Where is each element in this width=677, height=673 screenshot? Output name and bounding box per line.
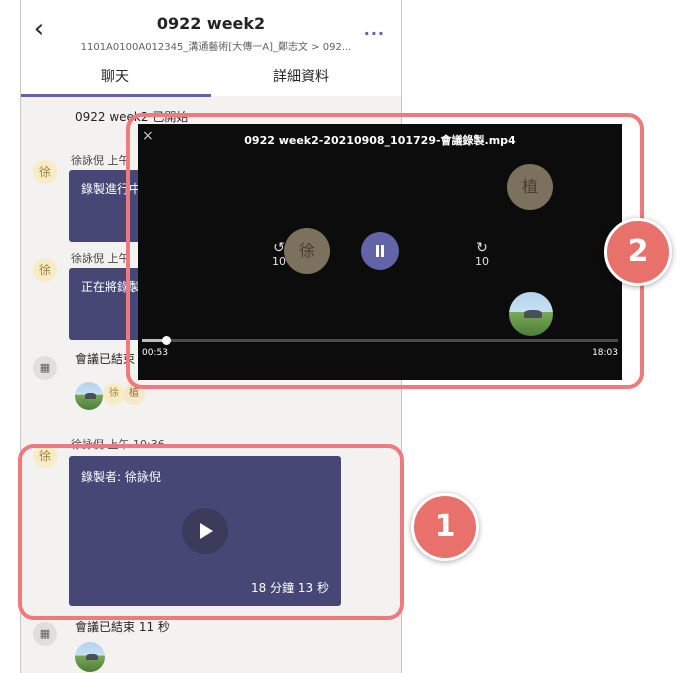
sender-name: 徐詠倪 上午 [71, 252, 130, 265]
participant-photo-avatar[interactable] [75, 382, 103, 410]
highlight-box-1 [18, 444, 404, 620]
meeting-ended-notice: 會議已結束 11 秒 [75, 620, 170, 634]
page-title: 0922 week2 [156, 14, 266, 33]
tab-selected-indicator [21, 94, 211, 97]
tab-details[interactable]: 詳細資料 [273, 66, 329, 86]
calendar-icon: ▦ [33, 356, 57, 380]
callout-badge-1: 1 [411, 493, 479, 561]
highlight-box-2 [126, 113, 644, 389]
participant-photo-avatar[interactable] [75, 642, 105, 672]
sender-name: 徐詠倪 上午 [71, 154, 130, 167]
calendar-icon: ▦ [33, 622, 57, 646]
avatar[interactable]: 徐 [33, 258, 57, 282]
chat-header: ‹ 0922 week2 1101A0100A012345_溝通藝術[大傳一A]… [21, 0, 401, 97]
tab-chat[interactable]: 聊天 [101, 66, 129, 86]
more-options-icon[interactable]: ... [364, 20, 385, 39]
callout-badge-2: 2 [604, 218, 672, 286]
avatar[interactable]: 徐 [33, 160, 57, 184]
participant-avatar[interactable]: 徐 [103, 383, 125, 405]
channel-breadcrumb: 1101A0100A012345_溝通藝術[大傳一A]_鄭志文 > 092... [80, 42, 352, 53]
